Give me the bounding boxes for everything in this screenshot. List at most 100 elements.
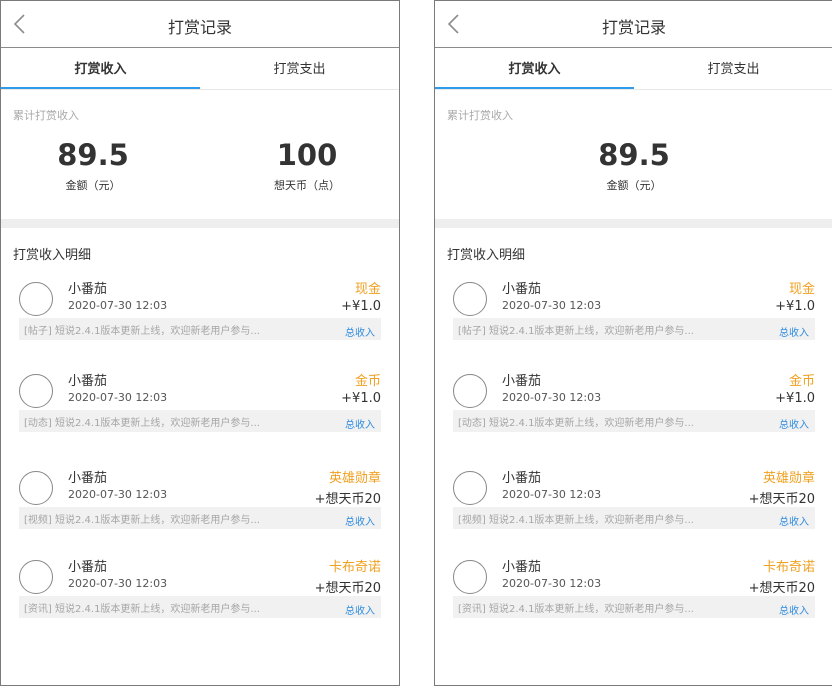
stat-coins-value: 100 <box>276 138 338 172</box>
record-user-name: 小番茄 <box>502 282 542 297</box>
record-reward-type: 英雄勋章 <box>762 471 815 486</box>
record-reward-type: 现金 <box>354 282 381 297</box>
record-user-name: 小番茄 <box>502 471 542 486</box>
summary-label: 累计打赏收入 <box>447 109 513 122</box>
record-source-bar[interactable]: [资讯] 短说2.4.1版本更新上线，欢迎新老用户参与... 总收入 <box>453 596 815 618</box>
header: 打赏记录 <box>435 1 832 48</box>
record-source-bar[interactable]: [动态] 短说2.4.1版本更新上线，欢迎新老用户参与... 总收入 <box>19 410 381 432</box>
total-income-link[interactable]: 总收入 <box>345 602 375 617</box>
record-amount: +¥1.0 <box>775 391 815 406</box>
record-item[interactable]: 小番茄 2020-07-30 12:03 卡布奇诺 +想天币20 [资讯] 短说… <box>1 556 399 646</box>
record-user-name: 小番茄 <box>502 374 542 389</box>
record-time: 2020-07-30 12:03 <box>68 299 168 312</box>
avatar[interactable] <box>19 282 53 316</box>
record-user-name: 小番茄 <box>502 560 542 575</box>
record-time: 2020-07-30 12:03 <box>68 577 168 590</box>
tab-reward-expense[interactable]: 打赏支出 <box>200 48 399 88</box>
record-time: 2020-07-30 12:03 <box>502 488 602 501</box>
record-source-bar[interactable]: [视频] 短说2.4.1版本更新上线，欢迎新老用户参与... 总收入 <box>453 507 815 529</box>
record-reward-type: 金币 <box>788 374 815 389</box>
record-source-bar[interactable]: [资讯] 短说2.4.1版本更新上线，欢迎新老用户参与... 总收入 <box>19 596 381 618</box>
record-item[interactable]: 小番茄 2020-07-30 12:03 卡布奇诺 +想天币20 [资讯] 短说… <box>435 556 832 646</box>
header: 打赏记录 <box>1 1 399 48</box>
details-title: 打赏收入明细 <box>447 248 526 263</box>
record-item[interactable]: 小番茄 2020-07-30 12:03 现金 +¥1.0 [帖子] 短说2.4… <box>1 278 399 368</box>
record-user-name: 小番茄 <box>68 560 108 575</box>
record-amount: +想天币20 <box>748 581 815 596</box>
record-reward-type: 英雄勋章 <box>328 471 381 486</box>
stat-amount: 89.5 金额（元） <box>542 137 726 193</box>
stat-amount-label: 金额（元） <box>606 179 662 192</box>
tab-bar: 打赏收入 打赏支出 <box>1 48 399 90</box>
tab-reward-income[interactable]: 打赏收入 <box>1 48 200 88</box>
record-source-bar[interactable]: [帖子] 短说2.4.1版本更新上线，欢迎新老用户参与... 总收入 <box>19 318 381 340</box>
record-time: 2020-07-30 12:03 <box>502 391 602 404</box>
record-source-desc: [动态] 短说2.4.1版本更新上线，欢迎新老用户参与... <box>458 418 694 429</box>
tab-reward-expense[interactable]: 打赏支出 <box>634 48 832 88</box>
total-income-link[interactable]: 总收入 <box>779 416 809 431</box>
avatar[interactable] <box>19 471 53 505</box>
record-item[interactable]: 小番茄 2020-07-30 12:03 英雄勋章 +想天币20 [视频] 短说… <box>1 467 399 557</box>
page-title: 打赏记录 <box>167 18 232 37</box>
record-item[interactable]: 小番茄 2020-07-30 12:03 现金 +¥1.0 [帖子] 短说2.4… <box>435 278 832 368</box>
summary-label: 累计打赏收入 <box>13 109 79 122</box>
section-divider <box>1 219 399 228</box>
total-income-link[interactable]: 总收入 <box>779 513 809 528</box>
tab-bar: 打赏收入 打赏支出 <box>435 48 832 90</box>
record-reward-type: 卡布奇诺 <box>328 560 381 575</box>
record-amount: +想天币20 <box>314 492 381 507</box>
page-title: 打赏记录 <box>601 18 666 37</box>
avatar[interactable] <box>19 560 53 594</box>
record-user-name: 小番茄 <box>68 374 108 389</box>
total-income-link[interactable]: 总收入 <box>345 513 375 528</box>
record-source-desc: [帖子] 短说2.4.1版本更新上线，欢迎新老用户参与... <box>458 326 694 337</box>
stat-amount-value: 89.5 <box>598 138 670 172</box>
record-item[interactable]: 小番茄 2020-07-30 12:03 金币 +¥1.0 [动态] 短说2.4… <box>1 370 399 460</box>
record-reward-type: 金币 <box>354 374 381 389</box>
avatar[interactable] <box>453 374 487 408</box>
record-time: 2020-07-30 12:03 <box>502 577 602 590</box>
record-source-desc: [资讯] 短说2.4.1版本更新上线，欢迎新老用户参与... <box>458 604 694 615</box>
total-income-link[interactable]: 总收入 <box>345 416 375 431</box>
avatar[interactable] <box>453 560 487 594</box>
record-user-name: 小番茄 <box>68 282 108 297</box>
record-time: 2020-07-30 12:03 <box>502 299 602 312</box>
reward-record-screen-b: 打赏记录 打赏收入 打赏支出 累计打赏收入 89.5 金额（元） 打赏收入明细 … <box>434 0 832 686</box>
total-income-link[interactable]: 总收入 <box>779 324 809 339</box>
reward-record-screen-a: 打赏记录 打赏收入 打赏支出 累计打赏收入 89.5 金额（元） 100 想天币… <box>0 0 400 686</box>
record-amount: +想天币20 <box>748 492 815 507</box>
record-item[interactable]: 小番茄 2020-07-30 12:03 英雄勋章 +想天币20 [视频] 短说… <box>435 467 832 557</box>
record-amount: +¥1.0 <box>341 299 381 314</box>
record-item[interactable]: 小番茄 2020-07-30 12:03 金币 +¥1.0 [动态] 短说2.4… <box>435 370 832 460</box>
record-source-desc: [资讯] 短说2.4.1版本更新上线，欢迎新老用户参与... <box>24 604 260 615</box>
tab-reward-income[interactable]: 打赏收入 <box>435 48 634 88</box>
record-source-desc: [动态] 短说2.4.1版本更新上线，欢迎新老用户参与... <box>24 418 260 429</box>
total-income-link[interactable]: 总收入 <box>779 602 809 617</box>
record-time: 2020-07-30 12:03 <box>68 391 168 404</box>
active-tab-indicator <box>1 87 200 89</box>
avatar[interactable] <box>19 374 53 408</box>
stat-amount: 89.5 金额（元） <box>1 137 185 193</box>
total-income-link[interactable]: 总收入 <box>345 324 375 339</box>
record-source-bar[interactable]: [动态] 短说2.4.1版本更新上线，欢迎新老用户参与... 总收入 <box>453 410 815 432</box>
avatar[interactable] <box>453 471 487 505</box>
active-tab-indicator <box>435 87 634 89</box>
record-source-desc: [视频] 短说2.4.1版本更新上线，欢迎新老用户参与... <box>458 515 694 526</box>
section-divider <box>435 219 832 228</box>
record-source-desc: [视频] 短说2.4.1版本更新上线，欢迎新老用户参与... <box>24 515 260 526</box>
stat-coins-label: 想天币（点） <box>274 179 340 192</box>
record-amount: +¥1.0 <box>341 391 381 406</box>
stat-amount-value: 89.5 <box>57 138 129 172</box>
record-amount: +想天币20 <box>314 581 381 596</box>
record-reward-type: 卡布奇诺 <box>762 560 815 575</box>
stat-amount-label: 金额（元） <box>65 179 121 192</box>
record-amount: +¥1.0 <box>775 299 815 314</box>
record-source-bar[interactable]: [视频] 短说2.4.1版本更新上线，欢迎新老用户参与... 总收入 <box>19 507 381 529</box>
details-title: 打赏收入明细 <box>13 248 92 263</box>
record-source-desc: [帖子] 短说2.4.1版本更新上线，欢迎新老用户参与... <box>24 326 260 337</box>
record-source-bar[interactable]: [帖子] 短说2.4.1版本更新上线，欢迎新老用户参与... 总收入 <box>453 318 815 340</box>
record-time: 2020-07-30 12:03 <box>68 488 168 501</box>
record-user-name: 小番茄 <box>68 471 108 486</box>
stat-coins: 100 想天币（点） <box>215 137 399 193</box>
avatar[interactable] <box>453 282 487 316</box>
